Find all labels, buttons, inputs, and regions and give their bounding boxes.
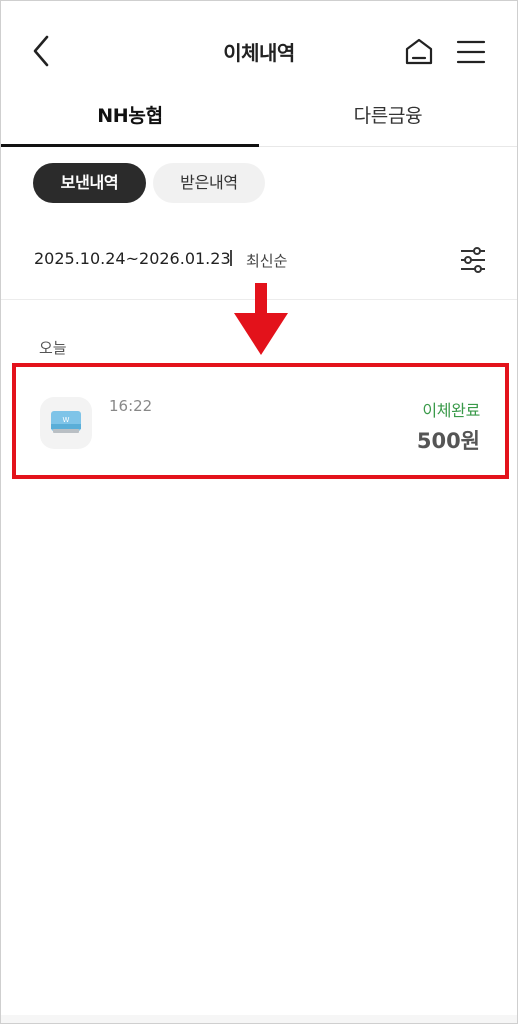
sliders-icon xyxy=(461,247,485,273)
sort-order[interactable]: 최신순 xyxy=(246,250,287,271)
sent-history-chip[interactable]: 보낸내역 xyxy=(33,163,146,203)
transaction-row[interactable]: W 16:22 이체완료 500원 xyxy=(12,363,509,479)
received-history-chip[interactable]: 받은내역 xyxy=(153,163,265,203)
institution-tabs: NH농협 다른금융 xyxy=(1,93,517,147)
annotation-arrow-icon xyxy=(234,283,288,355)
transaction-amount: 500원 xyxy=(416,429,480,453)
home-button[interactable] xyxy=(402,36,436,68)
bottom-edge xyxy=(1,1015,517,1023)
date-range[interactable]: 2025.10.24~2026.01.23 xyxy=(34,249,231,268)
filter-button[interactable] xyxy=(459,245,487,275)
transaction-status: 이체완료 xyxy=(422,401,480,420)
app-screen: 이체내역 NH농협 다른금융 보낸내역 받은내역 2025.10.24~2026… xyxy=(0,0,518,1024)
bank-card-icon: W xyxy=(51,411,81,433)
day-group-label: 오늘 xyxy=(39,339,67,357)
filter-row: 2025.10.24~2026.01.23 최신순 xyxy=(1,241,517,281)
filter-divider xyxy=(230,250,232,266)
home-icon xyxy=(405,38,433,65)
top-app-bar: 이체내역 xyxy=(1,1,517,101)
page-title: 이체내역 xyxy=(223,41,295,65)
bank-icon-container: W xyxy=(40,397,92,449)
tab-other-finance[interactable]: 다른금융 xyxy=(259,93,517,147)
transaction-time: 16:22 xyxy=(109,397,153,415)
svg-text:W: W xyxy=(63,416,70,424)
tab-nh-nonghyup[interactable]: NH농협 xyxy=(1,93,259,147)
hamburger-menu-icon xyxy=(456,40,486,64)
menu-button[interactable] xyxy=(456,38,486,66)
